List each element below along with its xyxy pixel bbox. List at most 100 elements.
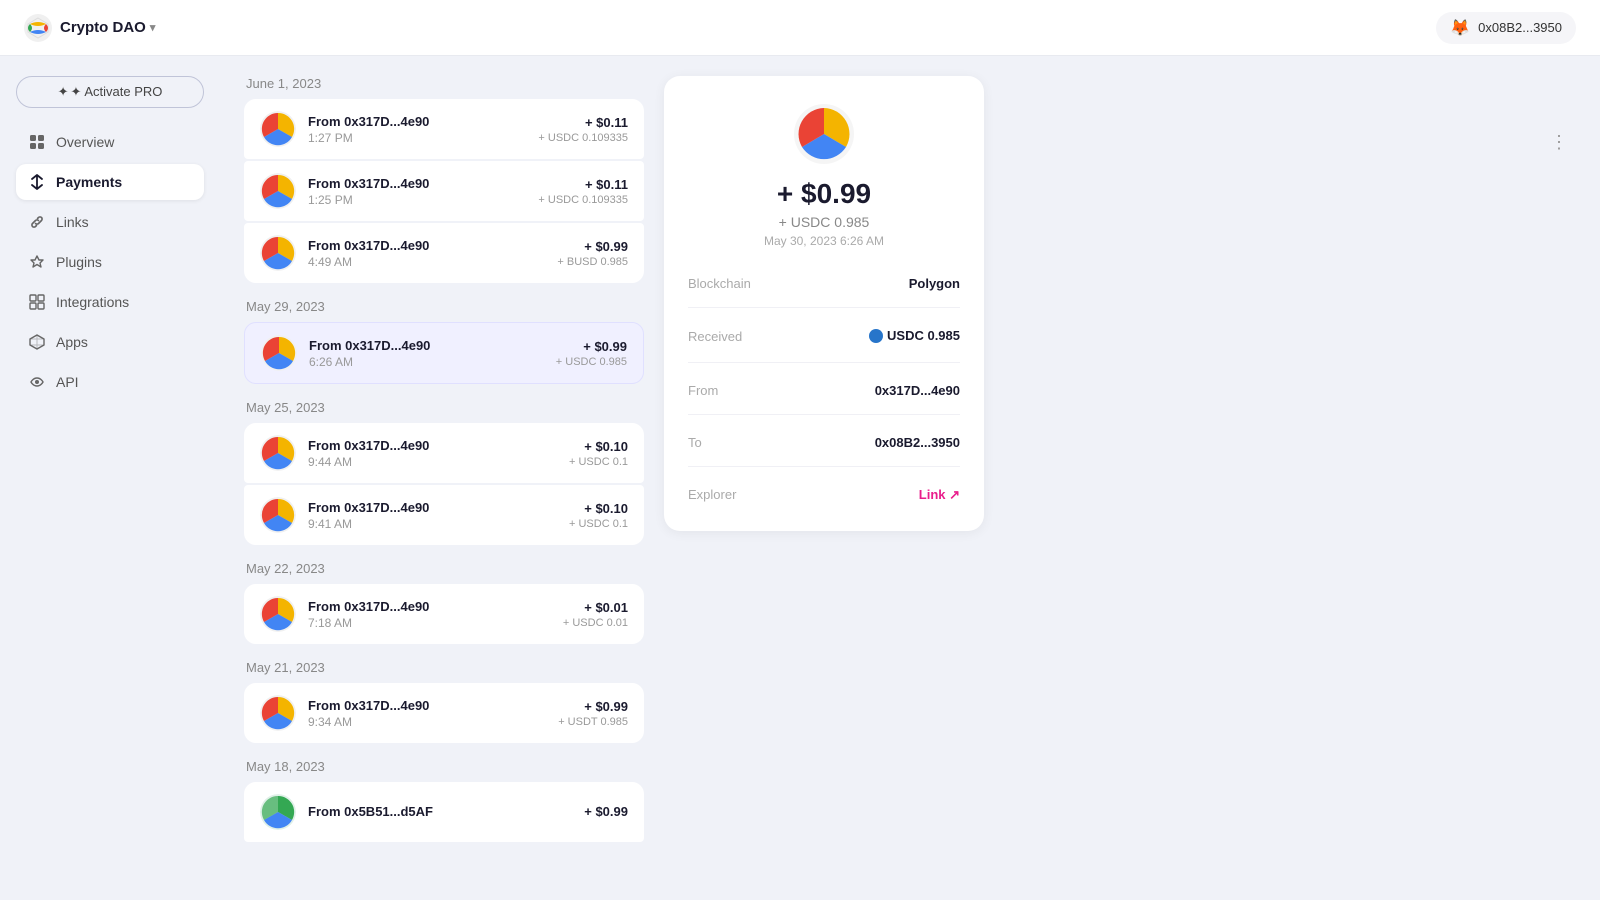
topbar-left: Crypto DAO ▾ [24, 14, 155, 42]
sidebar-item-payments[interactable]: Payments [16, 164, 204, 200]
payment-amount: + $0.99 + BUSD 0.985 [557, 239, 628, 268]
payment-amount: + $0.01 + USDC 0.01 [563, 600, 628, 629]
payment-info: From 0x317D...4e90 9:44 AM [308, 438, 557, 469]
detail-row-received: Received USDC 0.985 [688, 328, 960, 363]
date-label-may25: May 25, 2023 [244, 400, 644, 415]
detail-amount: + $0.99 [777, 178, 871, 210]
avatar [260, 173, 296, 209]
date-label-may22: May 22, 2023 [244, 561, 644, 576]
payment-item[interactable]: From 0x317D...4e90 4:49 AM + $0.99 + BUS… [244, 223, 644, 283]
to-label: To [688, 435, 702, 450]
sidebar-item-apps-label: Apps [56, 334, 88, 350]
sidebar-item-api[interactable]: API [16, 364, 204, 400]
sidebar-item-api-label: API [56, 374, 79, 390]
detail-avatar [794, 104, 854, 164]
payment-item[interactable]: From 0x317D...4e90 1:27 PM + $0.11 + USD… [244, 99, 644, 159]
dropdown-icon: ▾ [150, 21, 156, 34]
date-group-may22: May 22, 2023 From 0x317D...4e90 [244, 561, 644, 644]
payment-time: 9:34 AM [308, 715, 546, 729]
avatar [260, 435, 296, 471]
app-logo-icon [24, 14, 52, 42]
detail-row-explorer: Explorer Link ↗ [688, 487, 960, 503]
sidebar-item-overview-label: Overview [56, 134, 114, 150]
sidebar-item-apps[interactable]: Apps [16, 324, 204, 360]
date-label-may21: May 21, 2023 [244, 660, 644, 675]
links-icon [28, 213, 46, 231]
payment-info: From 0x317D...4e90 9:41 AM [308, 500, 557, 531]
payment-amount: + $0.99 + USDT 0.985 [558, 699, 628, 728]
payment-info: From 0x5B51...d5AF [308, 804, 572, 821]
payment-item[interactable]: From 0x317D...4e90 7:18 AM + $0.01 + USD… [244, 584, 644, 644]
sidebar-item-overview[interactable]: Overview [16, 124, 204, 160]
date-group-may25: May 25, 2023 From 0x317D...4e90 [244, 400, 644, 545]
explorer-label: Explorer [688, 487, 736, 502]
star-icon: ✦ [58, 84, 69, 100]
avatar [260, 695, 296, 731]
payment-time: 6:26 AM [309, 355, 544, 369]
sidebar-item-integrations[interactable]: Integrations [16, 284, 204, 320]
payment-item[interactable]: From 0x317D...4e90 9:44 AM + $0.10 + USD… [244, 423, 644, 483]
more-options-button[interactable]: ⋮ [1542, 128, 1576, 157]
date-group-june1: June 1, 2023 From 0x317D...4e90 [244, 76, 644, 283]
payment-item[interactable]: From 0x317D...4e90 1:25 PM + $0.11 + USD… [244, 161, 644, 221]
content-wrapper: ⋮ June 1, 2023 [220, 56, 1600, 900]
wallet-button[interactable]: 🦊 0x08B2...3950 [1436, 12, 1576, 44]
received-label: Received [688, 329, 742, 344]
explorer-link[interactable]: Link ↗ [919, 487, 960, 503]
payment-item[interactable]: From 0x5B51...d5AF + $0.99 [244, 782, 644, 842]
integrations-icon [28, 293, 46, 311]
payment-info: From 0x317D...4e90 4:49 AM [308, 238, 545, 269]
payment-amount: + $0.99 + USDC 0.985 [556, 339, 627, 368]
payment-from: From 0x317D...4e90 [309, 338, 544, 353]
detail-row-from: From 0x317D...4e90 [688, 383, 960, 415]
detail-row-to: To 0x08B2...3950 [688, 435, 960, 467]
payment-time: 1:27 PM [308, 131, 526, 145]
wallet-address: 0x08B2...3950 [1478, 20, 1562, 35]
payment-from: From 0x317D...4e90 [308, 500, 557, 515]
payments-icon [28, 173, 46, 191]
blockchain-label: Blockchain [688, 276, 751, 291]
payment-item[interactable]: From 0x317D...4e90 9:41 AM + $0.10 + USD… [244, 485, 644, 545]
detail-header: + $0.99 + USDC 0.985 May 30, 2023 6:26 A… [688, 104, 960, 248]
sidebar-item-integrations-label: Integrations [56, 294, 129, 310]
detail-rows: Blockchain Polygon Received USDC 0.985 [688, 276, 960, 503]
app-name[interactable]: Crypto DAO ▾ [60, 19, 155, 36]
payment-from: From 0x317D...4e90 [308, 698, 546, 713]
sidebar-item-links-label: Links [56, 214, 89, 230]
date-label-may18: May 18, 2023 [244, 759, 644, 774]
payments-list: June 1, 2023 From 0x317D...4e90 [244, 76, 644, 880]
avatar [260, 596, 296, 632]
avatar [260, 497, 296, 533]
payment-amount: + $0.11 + USDC 0.109335 [538, 177, 628, 206]
plugins-icon [28, 253, 46, 271]
payment-amount: + $0.10 + USDC 0.1 [569, 439, 628, 468]
date-group-may29: May 29, 2023 From 0x317D...4e90 [244, 299, 644, 384]
payment-from: From 0x317D...4e90 [308, 176, 526, 191]
payment-from: From 0x317D...4e90 [308, 438, 557, 453]
payment-info: From 0x317D...4e90 7:18 AM [308, 599, 551, 630]
overview-icon [28, 133, 46, 151]
content: June 1, 2023 From 0x317D...4e90 [220, 56, 1600, 900]
detail-panel: + $0.99 + USDC 0.985 May 30, 2023 6:26 A… [664, 76, 984, 531]
payment-info: From 0x317D...4e90 9:34 AM [308, 698, 546, 729]
payment-amount: + $0.99 [584, 804, 628, 821]
sidebar-item-links[interactable]: Links [16, 204, 204, 240]
usdc-badge: USDC 0.985 [869, 328, 960, 343]
activate-pro-button[interactable]: ✦ ✦ Activate PRO [16, 76, 204, 108]
avatar [261, 335, 297, 371]
blockchain-value: Polygon [909, 276, 960, 291]
payment-amount: + $0.11 + USDC 0.109335 [538, 115, 628, 144]
sidebar-item-plugins-label: Plugins [56, 254, 102, 270]
usdc-icon [869, 329, 883, 343]
payment-amount: + $0.10 + USDC 0.1 [569, 501, 628, 530]
payment-item[interactable]: From 0x317D...4e90 9:34 AM + $0.99 + USD… [244, 683, 644, 743]
payment-info: From 0x317D...4e90 1:25 PM [308, 176, 526, 207]
payment-item-selected[interactable]: From 0x317D...4e90 6:26 AM + $0.99 + USD… [244, 322, 644, 384]
date-label-june1: June 1, 2023 [244, 76, 644, 91]
from-label: From [688, 383, 718, 398]
sidebar-item-plugins[interactable]: Plugins [16, 244, 204, 280]
detail-date: May 30, 2023 6:26 AM [764, 234, 884, 248]
avatar [260, 794, 296, 830]
payment-time: 9:44 AM [308, 455, 557, 469]
main-layout: ✦ ✦ Activate PRO Overview Payments [0, 56, 1600, 900]
